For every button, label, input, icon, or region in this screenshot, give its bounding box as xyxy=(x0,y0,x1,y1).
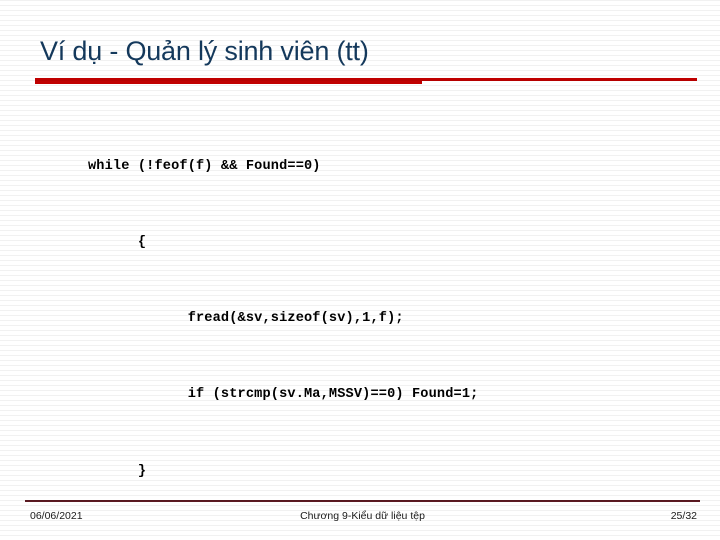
code-line: if (strcmp(sv.Ma,MSSV)==0) Found=1; xyxy=(88,387,479,403)
title-underline-thick xyxy=(35,78,422,84)
footer-divider xyxy=(25,500,700,502)
code-line: fclose(f); xyxy=(88,535,688,540)
slide: Ví dụ - Quản lý sinh viên (tt) while (!f… xyxy=(0,0,720,540)
code-block: while (!feof(f) && Found==0) { fread(&sv… xyxy=(88,103,688,540)
code-line: { xyxy=(88,235,147,251)
page-title: Ví dụ - Quản lý sinh viên (tt) xyxy=(40,36,369,66)
footer: 06/06/2021 Chương 9-Kiểu dữ liệu tệp 25/… xyxy=(25,506,700,526)
code-line: fread(&sv,sizeof(sv),1,f); xyxy=(88,311,404,327)
footer-page-number: 25/32 xyxy=(670,510,697,522)
title-underline xyxy=(35,78,697,84)
title-underline-thin xyxy=(422,78,697,81)
code-line: } xyxy=(88,463,147,479)
footer-chapter-label: Chương 9-Kiểu dữ liệu tệp xyxy=(300,510,425,522)
code-line: while (!feof(f) && Found==0) xyxy=(88,158,321,174)
